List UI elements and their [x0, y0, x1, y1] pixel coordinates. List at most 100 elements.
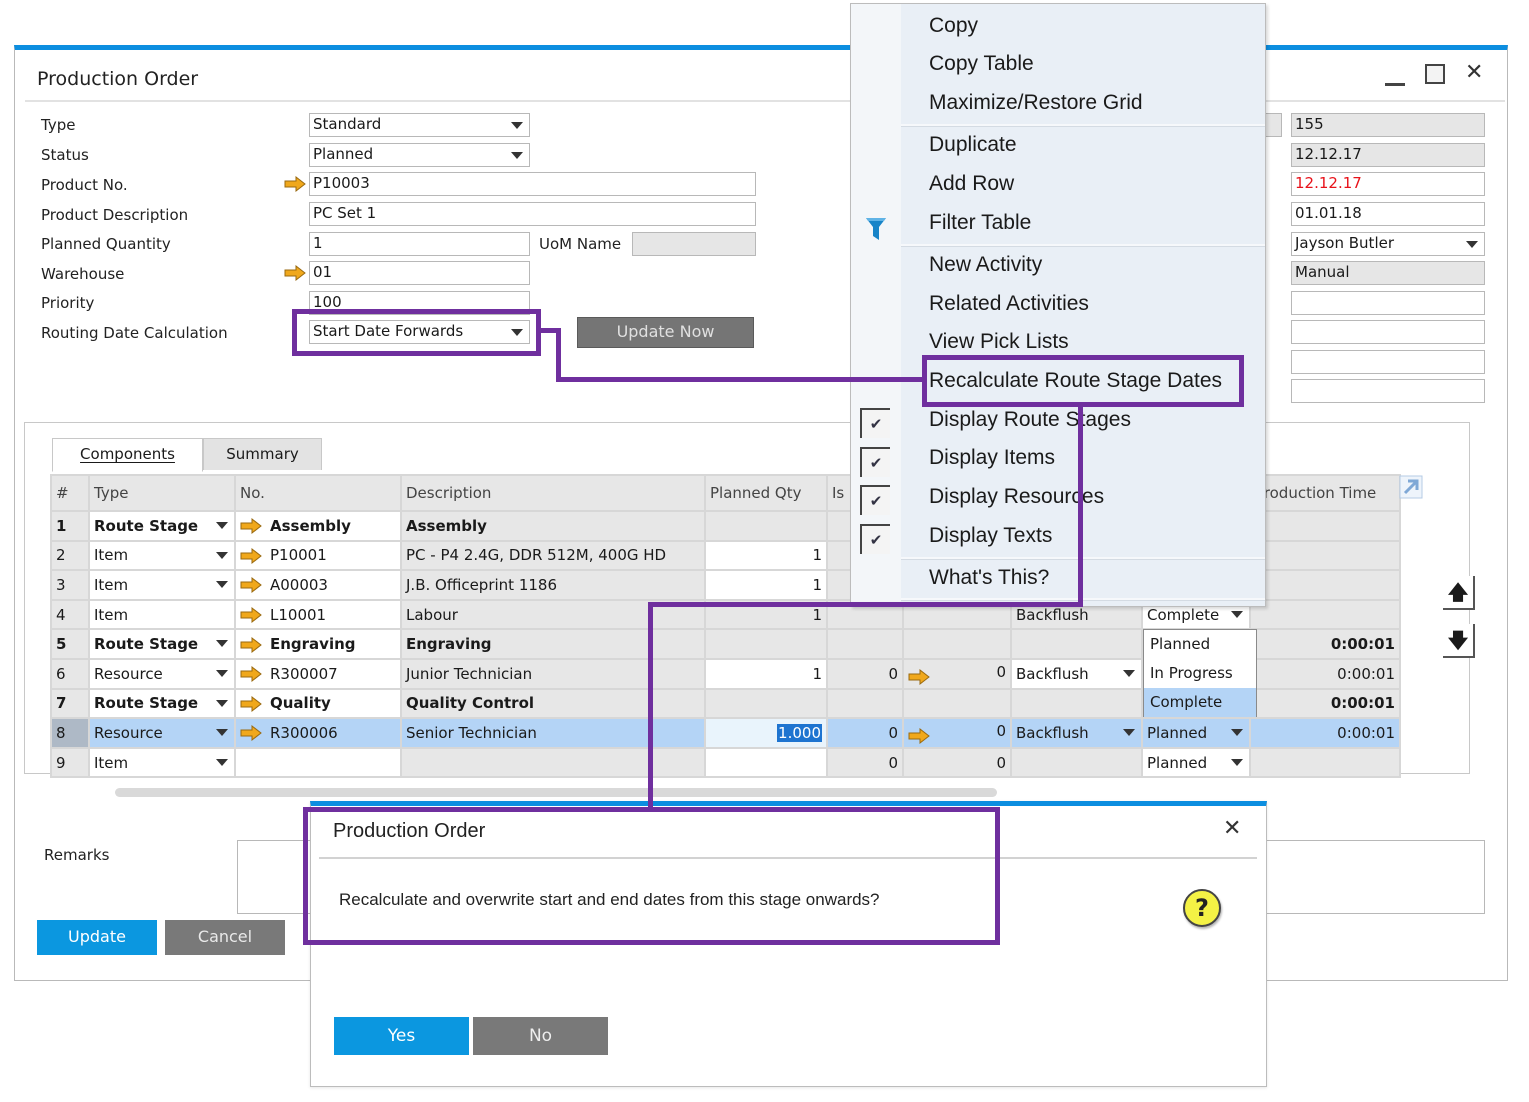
- description-cell[interactable]: Junior Technician: [400, 657, 706, 690]
- no-cell[interactable]: Assembly: [234, 510, 402, 542]
- issue-method-cell[interactable]: [1010, 628, 1143, 660]
- checkbox-display-route-stages[interactable]: ✔: [860, 408, 890, 438]
- menu-item-display-texts[interactable]: Display Texts: [929, 524, 1052, 548]
- menu-item-display-items[interactable]: Display Items: [929, 446, 1055, 470]
- status-option-planned[interactable]: Planned: [1144, 630, 1256, 659]
- link-arrow-icon[interactable]: [240, 695, 262, 712]
- chevron-down-icon[interactable]: [216, 581, 228, 589]
- no-button[interactable]: No: [473, 1017, 608, 1055]
- chevron-down-icon[interactable]: [1231, 610, 1243, 618]
- chevron-down-icon[interactable]: [216, 522, 228, 529]
- maximize-icon[interactable]: [1425, 64, 1445, 84]
- tab-components[interactable]: Components: [52, 438, 203, 472]
- production-time-cell[interactable]: [1249, 510, 1401, 542]
- production-time-cell[interactable]: 0:00:01: [1249, 687, 1401, 720]
- extra-field-3[interactable]: [1291, 350, 1485, 374]
- menu-item-display-route-stages[interactable]: Display Route Stages: [929, 408, 1131, 432]
- product-description-input[interactable]: PC Set 1: [309, 202, 756, 226]
- chevron-down-icon[interactable]: [216, 669, 228, 677]
- col-header-planned-qty[interactable]: Planned Qty: [704, 474, 828, 512]
- checkbox-display-items[interactable]: ✔: [860, 447, 890, 477]
- available-cell[interactable]: 0: [902, 657, 1012, 690]
- type-cell[interactable]: Route Stage: [88, 628, 236, 660]
- close-icon[interactable]: ✕: [1465, 60, 1483, 85]
- move-row-down-button[interactable]: 🡇: [1443, 624, 1475, 658]
- available-cell[interactable]: 0: [902, 746, 1012, 779]
- no-cell[interactable]: R300006: [234, 717, 402, 749]
- link-arrow-icon[interactable]: [284, 176, 306, 192]
- description-cell[interactable]: Assembly: [400, 510, 706, 542]
- production-time-cell[interactable]: 0:00:01: [1249, 657, 1401, 690]
- planned-qty-cell[interactable]: 1: [704, 569, 828, 601]
- extra-field-1[interactable]: [1291, 291, 1485, 315]
- col-header-no[interactable]: No.: [234, 474, 402, 512]
- due-date-field[interactable]: 01.01.18: [1291, 202, 1485, 226]
- type-cell[interactable]: Route Stage: [88, 687, 236, 720]
- issue-method-cell[interactable]: Backflush: [1010, 657, 1143, 690]
- menu-item-related-activities[interactable]: Related Activities: [929, 292, 1089, 316]
- planned-qty-cell[interactable]: [704, 746, 828, 779]
- description-cell[interactable]: PC - P4 2.4G, DDR 512M, 400G HD: [400, 539, 706, 572]
- menu-item-copy-table[interactable]: Copy Table: [929, 52, 1034, 76]
- issued-cell[interactable]: [826, 628, 904, 660]
- update-now-button[interactable]: Update Now: [577, 317, 754, 348]
- row-number[interactable]: 3: [50, 569, 90, 601]
- planned-qty-cell[interactable]: [704, 628, 828, 660]
- table-row[interactable]: 8 Resource R300006 Senior Technician 1.000 0 0…: [50, 717, 1401, 749]
- update-button[interactable]: Update: [37, 920, 157, 955]
- production-time-cell[interactable]: [1249, 539, 1401, 572]
- chevron-down-icon[interactable]: [1231, 758, 1243, 766]
- tab-summary[interactable]: Summary: [203, 438, 322, 470]
- type-cell[interactable]: Route Stage: [88, 510, 236, 542]
- link-arrow-icon[interactable]: [240, 577, 262, 594]
- issue-method-cell[interactable]: Backflush: [1010, 717, 1143, 749]
- planned-qty-cell[interactable]: [704, 510, 828, 542]
- extra-field-4[interactable]: [1291, 379, 1485, 403]
- menu-item-add-row[interactable]: Add Row: [929, 172, 1014, 196]
- col-header-type[interactable]: Type: [88, 474, 236, 512]
- no-cell[interactable]: P10001: [234, 539, 402, 572]
- production-time-cell[interactable]: [1249, 746, 1401, 779]
- chevron-down-icon[interactable]: [216, 758, 228, 766]
- row-number[interactable]: 1: [50, 510, 90, 542]
- menu-item-filter-table[interactable]: Filter Table: [929, 211, 1031, 235]
- chevron-down-icon[interactable]: [216, 640, 228, 648]
- menu-item-copy[interactable]: Copy: [929, 14, 978, 38]
- chevron-down-icon[interactable]: [216, 551, 228, 559]
- no-cell[interactable]: [234, 746, 402, 779]
- extra-field-2[interactable]: [1291, 320, 1485, 344]
- row-number[interactable]: 8: [50, 717, 90, 749]
- link-arrow-icon[interactable]: [908, 727, 930, 744]
- chevron-down-icon[interactable]: [1231, 729, 1243, 737]
- available-cell[interactable]: 0: [902, 717, 1012, 749]
- row-number[interactable]: 4: [50, 598, 90, 631]
- close-icon[interactable]: ✕: [1223, 816, 1241, 841]
- no-cell[interactable]: L10001: [234, 598, 402, 631]
- link-arrow-icon[interactable]: [240, 607, 262, 624]
- menu-item-duplicate[interactable]: Duplicate: [929, 133, 1017, 157]
- issued-cell[interactable]: [826, 687, 904, 720]
- production-time-cell[interactable]: 0:00:01: [1249, 628, 1401, 660]
- status-select[interactable]: Planned: [309, 143, 530, 167]
- link-arrow-icon[interactable]: [240, 518, 262, 535]
- type-cell[interactable]: Resource: [88, 657, 236, 690]
- link-arrow-icon[interactable]: [284, 265, 306, 281]
- product-no-input[interactable]: P10003: [309, 172, 756, 196]
- no-cell[interactable]: A00003: [234, 569, 402, 601]
- type-cell[interactable]: Item: [88, 569, 236, 601]
- link-arrow-icon[interactable]: [240, 725, 262, 742]
- menu-item-maximize-restore-grid[interactable]: Maximize/Restore Grid: [929, 91, 1143, 115]
- chevron-down-icon[interactable]: [216, 699, 228, 707]
- available-cell[interactable]: [902, 628, 1012, 660]
- start-date-field[interactable]: 12.12.17: [1291, 172, 1485, 196]
- link-arrow-icon[interactable]: [908, 668, 930, 685]
- chevron-down-icon[interactable]: [1123, 669, 1135, 677]
- type-cell[interactable]: Resource: [88, 717, 236, 749]
- horizontal-scrollbar[interactable]: [115, 788, 997, 797]
- production-time-cell[interactable]: 0:00:01: [1249, 717, 1401, 749]
- status-option-complete[interactable]: Complete: [1144, 688, 1256, 717]
- row-number[interactable]: 5: [50, 628, 90, 660]
- no-cell[interactable]: Engraving: [234, 628, 402, 660]
- link-arrow-icon[interactable]: [240, 636, 262, 653]
- stage-status-cell[interactable]: Planned: [1141, 746, 1251, 779]
